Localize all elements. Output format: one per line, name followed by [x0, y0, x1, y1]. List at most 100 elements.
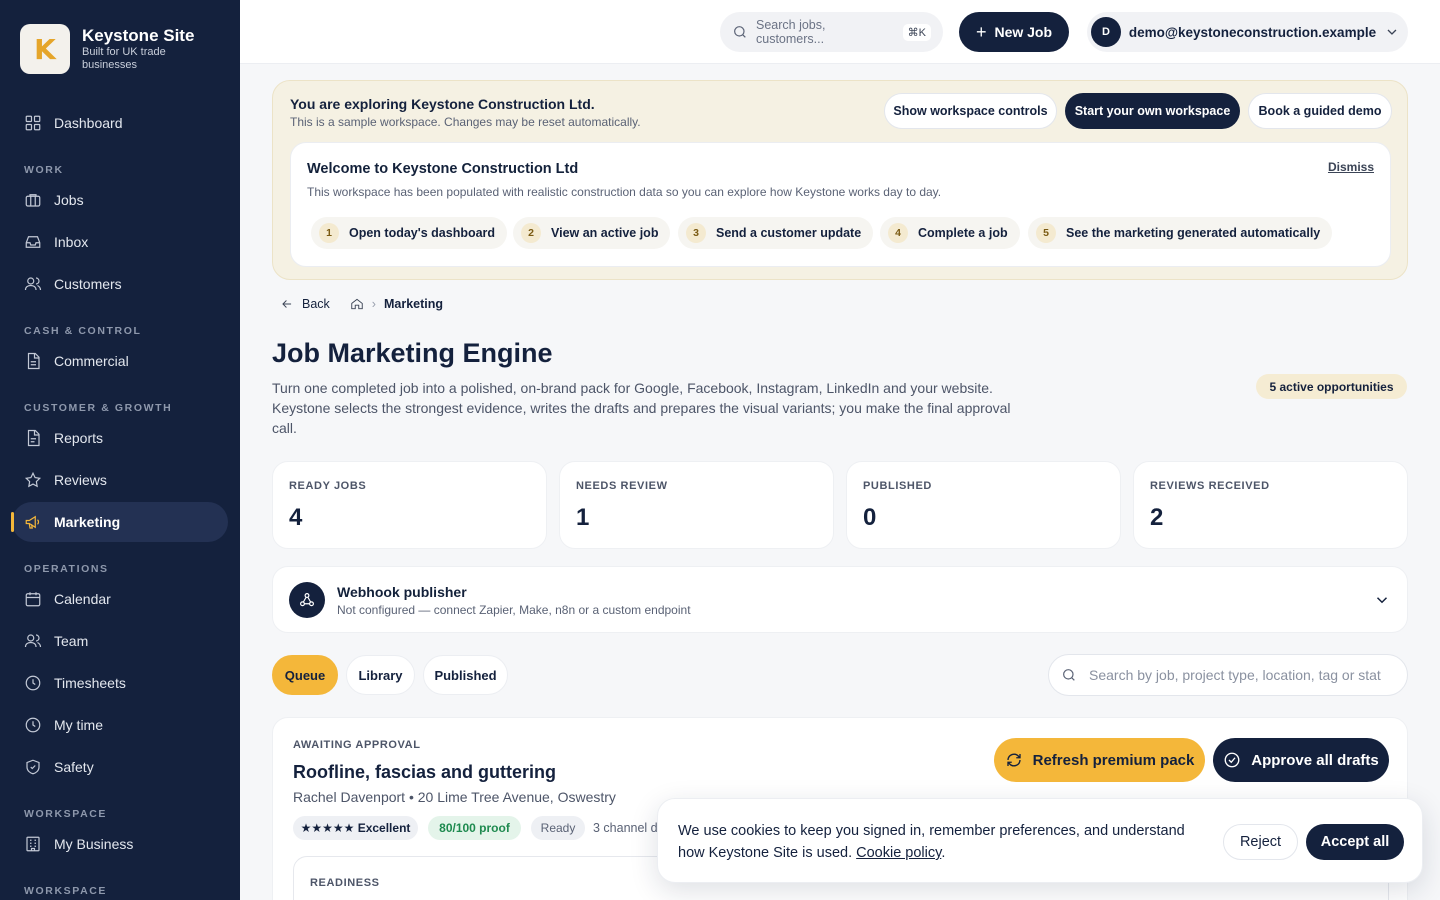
onboarding-step[interactable]: 3 Send a customer update [678, 217, 874, 249]
webhook-subtitle: Not configured — connect Zapier, Make, n… [337, 603, 691, 617]
welcome-subtitle: This workspace has been populated with r… [307, 185, 942, 199]
brand-tagline: Built for UK trade businesses [82, 46, 166, 71]
job-meta: Rachel Davenport • 20 Lime Tree Avenue, … [293, 789, 616, 805]
breadcrumb: Back › Marketing [280, 297, 443, 311]
sidebar-item-label: My time [54, 717, 103, 733]
search-icon [734, 26, 746, 38]
sidebar-item-label: Calendar [54, 591, 111, 607]
shield-icon [26, 759, 40, 775]
sidebar-item-my-time[interactable]: My time [12, 705, 228, 745]
onboarding-step[interactable]: 2 View an active job [513, 217, 671, 249]
sidebar-item-customers[interactable]: Customers [12, 264, 228, 304]
sidebar-item-calendar[interactable]: Calendar [12, 579, 228, 619]
user-email: demo@keystoneconstruction.example [1128, 24, 1377, 40]
sidebar-item-reports[interactable]: Reports [12, 418, 228, 458]
sidebar-item-label: Commercial [54, 353, 129, 369]
onboarding-step[interactable]: 5 See the marketing generated automatica… [1028, 217, 1333, 249]
page-title: Job Marketing Engine [272, 338, 553, 368]
megaphone-icon [25, 515, 40, 529]
chevron-down-icon [1387, 29, 1397, 35]
refresh-premium-pack-button[interactable]: Refresh premium pack [994, 738, 1205, 782]
stat-card-published: PUBLISHED 0 [846, 461, 1121, 549]
webhook-title: Webhook publisher [337, 584, 467, 600]
search-placeholder: Search jobs, customers... [756, 18, 826, 46]
chevron-right-icon: › [371, 297, 376, 311]
job-title[interactable]: Roofline, fascias and guttering [293, 762, 556, 783]
onboarding-step[interactable]: 4 Complete a job [880, 217, 1020, 249]
brand-logo: K [20, 24, 70, 74]
sidebar-item-label: Reviews [54, 472, 107, 488]
users-icon [24, 277, 42, 291]
nav-section-workspace: WORKSPACE [24, 885, 108, 897]
show-workspace-controls-button[interactable]: Show workspace controls [884, 93, 1057, 129]
sidebar-item-label: Jobs [54, 192, 84, 208]
demo-subtitle: This is a sample workspace. Changes may … [290, 115, 641, 129]
webhook-publisher-panel[interactable]: Webhook publisher Not configured — conne… [272, 566, 1408, 633]
refresh-icon [1006, 753, 1021, 767]
cookie-text: We use cookies to keep you signed in, re… [678, 823, 1185, 861]
demo-title: You are exploring Keystone Construction … [290, 96, 595, 112]
demo-banner: You are exploring Keystone Construction … [272, 80, 1408, 280]
topbar: Search jobs, customers... ⌘K + New Job D… [240, 0, 1440, 64]
sidebar-item-my-business[interactable]: My Business [12, 824, 228, 864]
briefcase-icon [25, 194, 41, 207]
sidebar-item-label: Inbox [54, 234, 89, 250]
team-icon [24, 634, 42, 648]
sidebar-item-label: Customers [54, 276, 122, 292]
sidebar-item-safety[interactable]: Safety [12, 747, 228, 787]
home-icon[interactable] [350, 297, 364, 311]
sidebar-item-label: Safety [54, 759, 94, 775]
brand[interactable]: K Keystone Site Built for UK trade busin… [20, 24, 194, 74]
cookie-policy-link[interactable]: Cookie policy [856, 845, 941, 861]
welcome-title: Welcome to Keystone Construction Ltd [307, 161, 579, 177]
accept-cookies-button[interactable]: Accept all [1306, 824, 1404, 860]
welcome-card: Welcome to Keystone Construction Ltd Thi… [290, 142, 1391, 267]
shortcut-hint: ⌘K [902, 23, 931, 41]
reject-cookies-button[interactable]: Reject [1223, 824, 1298, 860]
back-link[interactable]: Back [302, 297, 330, 311]
sidebar-item-dashboard[interactable]: Dashboard [12, 103, 228, 143]
inbox-icon [25, 236, 41, 248]
sidebar-item-marketing[interactable]: Marketing [11, 502, 228, 542]
sidebar-item-inbox[interactable]: Inbox [12, 222, 228, 262]
sidebar-item-commercial[interactable]: Commercial [12, 341, 228, 381]
sidebar-item-label: Reports [54, 430, 104, 446]
nav-section-cash: CASH & CONTROL [24, 325, 142, 337]
stat-card-needs-review: NEEDS REVIEW 1 [559, 461, 834, 549]
nav-section-operations: OPERATIONS [24, 563, 109, 575]
chevron-down-icon[interactable] [1373, 591, 1391, 609]
tab-published[interactable]: Published [423, 655, 508, 695]
job-status: AWAITING APPROVAL [293, 739, 421, 751]
avatar: D [1091, 17, 1121, 47]
calendar-icon [25, 592, 41, 607]
onboarding-step[interactable]: 1 Open today's dashboard [311, 217, 508, 249]
sidebar-item-team[interactable]: Team [12, 621, 228, 661]
sidebar-item-reviews[interactable]: Reviews [12, 460, 228, 500]
global-search-input[interactable]: Search jobs, customers... ⌘K [720, 12, 943, 52]
sidebar: K Keystone Site Built for UK trade busin… [0, 0, 240, 900]
sidebar-item-label: Dashboard [54, 115, 123, 131]
report-icon [27, 429, 40, 447]
user-menu[interactable]: D demo@keystoneconstruction.example [1087, 12, 1408, 52]
tab-library[interactable]: Library [346, 655, 415, 695]
approve-all-drafts-button[interactable]: Approve all drafts [1213, 738, 1389, 782]
tab-queue[interactable]: Queue [272, 655, 338, 695]
cookie-banner: We use cookies to keep you signed in, re… [657, 798, 1423, 883]
clock-icon [25, 717, 41, 733]
sidebar-item-label: Marketing [54, 514, 121, 530]
check-circle-icon [1224, 752, 1240, 768]
plus-icon: + [975, 21, 987, 42]
grid-icon [25, 115, 41, 131]
marketing-search-input[interactable]: Search by job, project type, location, t… [1048, 654, 1408, 696]
new-job-button[interactable]: + New Job [959, 12, 1069, 52]
start-workspace-button[interactable]: Start your own workspace [1065, 93, 1240, 129]
sidebar-item-timesheets[interactable]: Timesheets [12, 663, 228, 703]
book-demo-button[interactable]: Book a guided demo [1248, 93, 1392, 129]
dismiss-link[interactable]: Dismiss [1328, 160, 1374, 174]
sidebar-item-label: Timesheets [54, 675, 126, 691]
building-icon [26, 836, 40, 852]
nav-section-work: WORK [24, 164, 64, 176]
webhook-icon [289, 582, 325, 618]
sidebar-item-jobs[interactable]: Jobs [12, 180, 228, 220]
sidebar-item-label: My Business [54, 836, 134, 852]
